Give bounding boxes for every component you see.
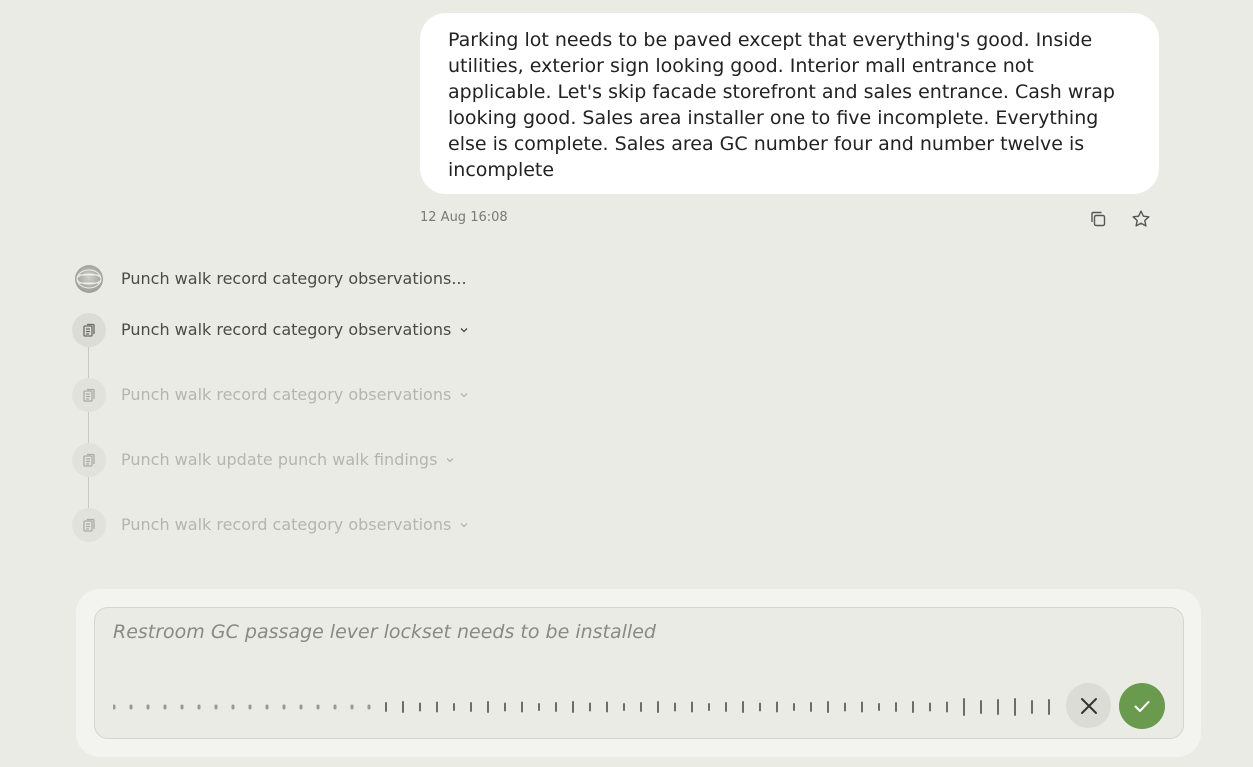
clipboard-icon	[72, 508, 106, 542]
step-item-pending[interactable]: Punch walk update punch walk findings	[70, 443, 550, 477]
checkmark-icon	[1134, 701, 1150, 712]
copy-icon	[1091, 211, 1106, 227]
step-label: Punch walk record category observations	[121, 385, 452, 404]
clipboard-icon	[72, 378, 106, 412]
chevron-down-icon	[460, 522, 468, 527]
message-meta-row: 12 Aug 16:08	[420, 205, 1159, 233]
star-icon	[1132, 210, 1150, 227]
step-connector	[88, 346, 89, 380]
step-item-pending[interactable]: Punch walk record category observations	[70, 378, 550, 412]
clipboard-icon	[72, 443, 106, 477]
user-message-text: Parking lot needs to be paved except tha…	[448, 29, 1115, 181]
message-timestamp: 12 Aug 16:08	[420, 210, 508, 225]
step-label: Punch walk record category observations	[121, 515, 452, 534]
copy-button[interactable]	[1084, 205, 1112, 233]
step-label: Punch walk update punch walk findings	[121, 450, 438, 469]
step-item-running: Punch walk record category observations.…	[70, 262, 550, 296]
favorite-button[interactable]	[1127, 205, 1155, 233]
composer-container	[76, 589, 1201, 757]
step-label: Punch walk record category observations.…	[121, 269, 467, 288]
user-message-bubble: Parking lot needs to be paved except tha…	[420, 13, 1159, 194]
globe-spinner-icon	[75, 265, 103, 293]
confirm-recording-button[interactable]	[1119, 683, 1165, 729]
chevron-down-icon	[460, 327, 468, 332]
chat-page: Parking lot needs to be paved except tha…	[0, 0, 1253, 767]
chevron-down-icon	[460, 392, 468, 397]
clipboard-icon	[72, 313, 106, 347]
step-item-pending[interactable]: Punch walk record category observations	[70, 508, 550, 542]
transcript-input[interactable]	[113, 621, 1153, 643]
voice-composer	[94, 607, 1184, 739]
step-connector	[88, 476, 89, 510]
close-icon	[1080, 697, 1097, 714]
cancel-recording-button[interactable]	[1066, 683, 1111, 728]
step-connector	[88, 411, 89, 445]
step-label: Punch walk record category observations	[121, 320, 452, 339]
step-item-active[interactable]: Punch walk record category observations	[70, 313, 550, 347]
chevron-down-icon	[446, 457, 454, 462]
audio-waveform	[113, 698, 1050, 716]
